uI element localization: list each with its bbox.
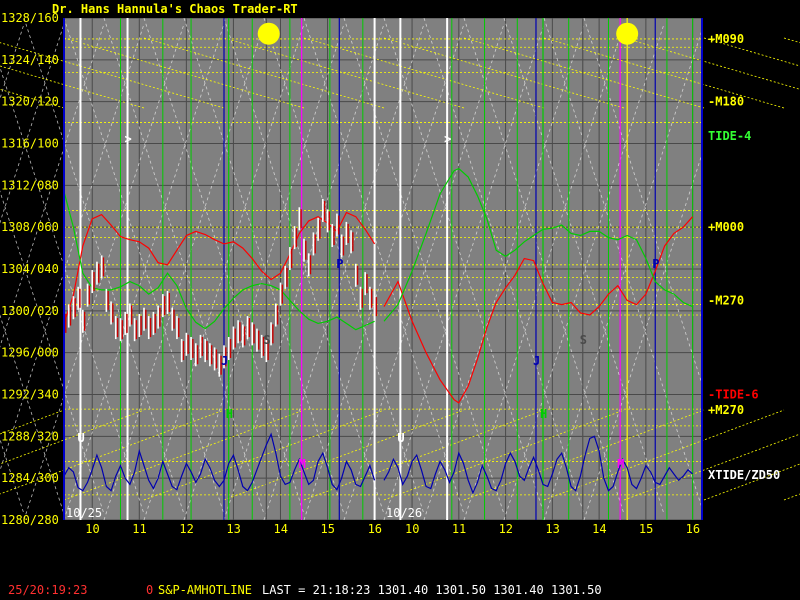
- y-tick-label: 1320/120: [1, 95, 59, 109]
- y-tick-label: 1288/320: [1, 429, 59, 443]
- right-label: -TIDE-6: [708, 388, 759, 402]
- right-label: +M090: [708, 32, 744, 46]
- status-quote: LAST = 21:18:23 1301.40 1301.50 1301.40 …: [262, 583, 602, 597]
- marker-label-S: S: [580, 333, 587, 347]
- y-tick-label: 1312/080: [1, 178, 59, 192]
- x-tick-label: 11: [132, 522, 146, 536]
- marker-label-M: M: [299, 457, 306, 471]
- x-tick-label: 14: [592, 522, 606, 536]
- x-tick-label: 11: [452, 522, 466, 536]
- marker-label-U: U: [397, 431, 404, 445]
- y-tick-label: 1324/140: [1, 53, 59, 67]
- marker-label-H: H: [540, 407, 547, 421]
- y-tick-label: 1316/100: [1, 137, 59, 151]
- status-timestamp: 25/20:19:23: [8, 583, 88, 597]
- marker-label->: >: [444, 132, 451, 146]
- x-tick-label: 16: [686, 522, 700, 536]
- marker-label-P: P: [336, 257, 343, 271]
- right-label: TIDE-4: [708, 129, 751, 143]
- marker-label->: >: [125, 132, 132, 146]
- day-label: 10/26: [386, 506, 422, 520]
- chart-svg: U > J H S M P U > J H S M P 1328/160 1324/140 1320/120 13…: [0, 0, 800, 600]
- sun-icon: [257, 22, 280, 45]
- status-channel: 0: [146, 583, 154, 597]
- right-label: XTIDE/ZD50: [708, 468, 780, 482]
- marker-label-M: M: [617, 457, 624, 471]
- x-tick-label: 15: [321, 522, 335, 536]
- y-tick-label: 1308/060: [1, 220, 59, 234]
- x-tick-label: 10: [85, 522, 99, 536]
- marker-label-J: J: [533, 354, 540, 368]
- x-tick-label: 10: [405, 522, 419, 536]
- marker-label-J: J: [221, 354, 228, 368]
- yellow-band-diag: [0, 409, 65, 435]
- marker-label-H: H: [226, 407, 233, 421]
- right-label: +M270: [708, 403, 744, 417]
- marker-label-P: P: [652, 257, 659, 271]
- y-tick-label: 1296/000: [1, 346, 59, 360]
- x-tick-label: 14: [273, 522, 287, 536]
- x-tick-label: 13: [226, 522, 240, 536]
- chaos-trader-window: U > J H S M P U > J H S M P 1328/160 1324/140 1320/120 13…: [0, 0, 800, 600]
- y-tick-label: 1284/300: [1, 471, 59, 485]
- sun-icon: [616, 22, 639, 45]
- x-tick-label: 12: [499, 522, 513, 536]
- y-tick-label: 1300/020: [1, 304, 59, 318]
- day-label: 10/25: [66, 506, 102, 520]
- y-tick-label: 1304/040: [1, 262, 59, 276]
- marker-label-U: U: [77, 431, 84, 445]
- chart-title: Dr. Hans Hannula's Chaos Trader-RT: [52, 2, 298, 16]
- y-tick-label: 1292/340: [1, 388, 59, 402]
- y-tick-label: 1328/160: [1, 11, 59, 25]
- status-symbol: S&P-AMHOTLINE: [158, 583, 252, 597]
- x-tick-label: 13: [545, 522, 559, 536]
- x-tick-label: 12: [179, 522, 193, 536]
- right-label: +M000: [708, 220, 744, 234]
- x-tick-label: 16: [368, 522, 382, 536]
- marker-label-S: S: [263, 333, 270, 347]
- right-label: -M180: [708, 95, 744, 109]
- x-tick-label: 15: [639, 522, 653, 536]
- right-label: -M270: [708, 293, 744, 307]
- y-tick-label: 1280/280: [1, 513, 59, 527]
